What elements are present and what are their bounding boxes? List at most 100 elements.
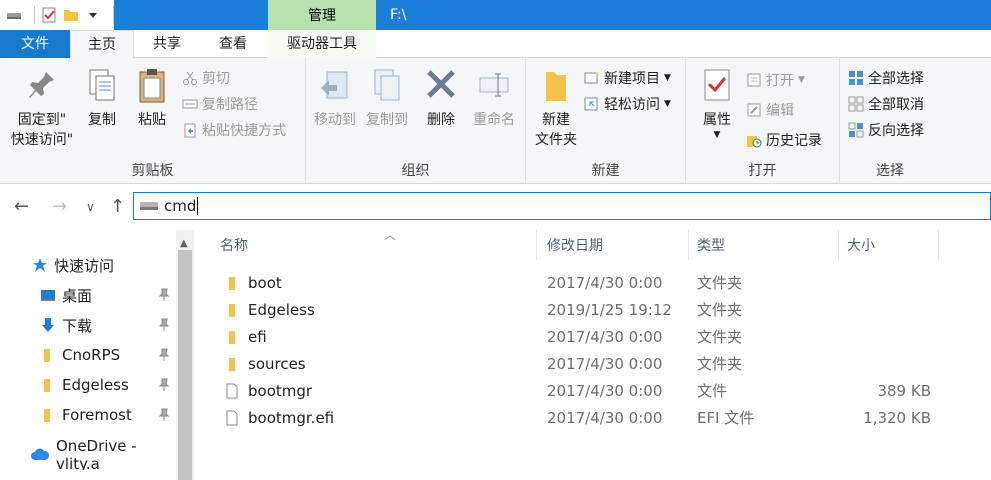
history-button[interactable]: 历史记录 bbox=[746, 128, 822, 152]
column-header-date[interactable]: 修改日期 bbox=[539, 230, 689, 260]
window-title: F:\ bbox=[390, 7, 407, 23]
tab-home[interactable]: 主页 bbox=[70, 30, 134, 59]
history-label: 历史记录 bbox=[766, 133, 822, 149]
folder-icon bbox=[44, 349, 50, 362]
scroll-up-icon[interactable]: ▲ bbox=[180, 238, 188, 249]
nav-item-desktop[interactable]: 桌面 bbox=[40, 280, 176, 310]
chevron-down-icon[interactable] bbox=[85, 7, 101, 23]
nav-item-edgeless[interactable]: Edgeless bbox=[40, 370, 176, 400]
select-none-button[interactable]: 全部取消 bbox=[848, 92, 924, 116]
column-header-type-label: 类型 bbox=[697, 238, 725, 254]
easy-access-label: 轻松访问 bbox=[604, 97, 660, 113]
address-input[interactable]: cmd bbox=[133, 192, 991, 220]
nav-item-foremost[interactable]: Foremost bbox=[40, 400, 176, 430]
invert-selection-icon bbox=[848, 122, 864, 138]
table-row[interactable]: bootmgr 2017/4/30 0:00 文件 389 KB bbox=[216, 378, 971, 405]
back-arrow-icon[interactable]: ← bbox=[14, 196, 29, 217]
file-type: 文件夹 bbox=[697, 301, 743, 319]
paste-label: 粘贴 bbox=[138, 112, 166, 128]
file-date: 2017/4/30 0:00 bbox=[547, 382, 663, 400]
pin-icon[interactable] bbox=[158, 318, 170, 332]
nav-onedrive[interactable]: OneDrive - vlity.a bbox=[30, 440, 176, 470]
file-name: efi bbox=[248, 328, 267, 346]
select-all-button[interactable]: 全部选择 bbox=[848, 66, 924, 90]
open-button[interactable]: 打开 ▼ bbox=[746, 68, 805, 92]
pin-to-quick-access-button[interactable]: 固定到" 快速访问" bbox=[6, 66, 78, 150]
copy-to-button[interactable]: 复制到 bbox=[362, 66, 412, 130]
pin-icon[interactable] bbox=[158, 408, 170, 422]
quick-access-toolbar bbox=[0, 0, 114, 30]
tab-file[interactable]: 文件 bbox=[0, 30, 70, 58]
delete-x-icon bbox=[427, 70, 455, 98]
star-icon bbox=[33, 258, 47, 272]
column-header-type[interactable]: 类型 bbox=[689, 230, 839, 260]
toolbar-divider bbox=[113, 6, 114, 24]
delete-button[interactable]: 删除 bbox=[420, 66, 462, 130]
nav-item-cnorps[interactable]: CnoRPS bbox=[40, 340, 176, 370]
recent-locations-chevron-icon[interactable]: ∨ bbox=[86, 200, 95, 214]
scrollbar-thumb[interactable] bbox=[178, 250, 192, 480]
tab-drive-tools[interactable]: 驱动器工具 bbox=[268, 30, 376, 58]
move-to-icon bbox=[321, 71, 348, 99]
nav-item-label: CnoRPS bbox=[62, 346, 121, 364]
pin-icon[interactable] bbox=[158, 348, 170, 362]
file-name: Edgeless bbox=[248, 301, 315, 319]
nav-item-label: Edgeless bbox=[62, 376, 129, 394]
forward-arrow-icon[interactable]: → bbox=[52, 196, 67, 217]
new-folder-label-2: 文件夹 bbox=[535, 132, 577, 148]
chevron-down-icon: ▼ bbox=[664, 99, 671, 109]
file-name: bootmgr.efi bbox=[248, 409, 335, 427]
group-select: 全部选择 全部取消 反向选择 选择 bbox=[840, 58, 940, 184]
move-to-button[interactable]: 移动到 bbox=[310, 66, 360, 130]
toolbar-divider bbox=[34, 6, 35, 24]
group-label-open: 打开 bbox=[748, 163, 777, 179]
folder-icon bbox=[44, 379, 50, 392]
rename-button[interactable]: 重命名 bbox=[466, 66, 522, 130]
group-label-organize: 组织 bbox=[401, 163, 430, 179]
folder-icon bbox=[546, 72, 566, 101]
properties-button[interactable]: 属性 ▼ bbox=[694, 66, 740, 140]
ribbon: 固定到" 快速访问" 复制 粘贴 剪切 复制路径 粘贴快捷方式 剪贴板 移动到 bbox=[0, 58, 991, 184]
drive-icon[interactable] bbox=[6, 7, 22, 23]
download-arrow-icon bbox=[42, 318, 54, 332]
easy-access-button[interactable]: 轻松访问 ▼ bbox=[584, 92, 671, 116]
column-header-size-label: 大小 bbox=[847, 238, 875, 254]
new-item-button[interactable]: 新建项目 ▼ bbox=[584, 66, 671, 90]
properties-checkmark-icon[interactable] bbox=[41, 7, 57, 23]
paste-shortcut-label: 粘贴快捷方式 bbox=[202, 123, 286, 139]
new-folder-button[interactable]: 新建 文件夹 bbox=[528, 66, 584, 150]
file-list: 名称 ︿ 修改日期 类型 大小 boot 2017/4/30 0:00 文件夹 … bbox=[196, 228, 991, 480]
group-open: 属性 ▼ 打开 ▼ 编辑 历史记录 打开 bbox=[686, 58, 840, 184]
column-header-size[interactable]: 大小 bbox=[839, 230, 939, 260]
table-row[interactable]: efi 2017/4/30 0:00 文件夹 bbox=[216, 324, 971, 351]
nav-item-downloads[interactable]: 下载 bbox=[40, 310, 176, 340]
column-header-name[interactable]: 名称 ︿ bbox=[212, 228, 537, 260]
file-icon bbox=[226, 410, 238, 426]
table-row[interactable]: bootmgr.efi 2017/4/30 0:00 EFI 文件 1,320 … bbox=[216, 405, 971, 432]
new-item-icon bbox=[584, 71, 599, 84]
file-size: 1,320 KB bbox=[863, 409, 931, 427]
tab-share[interactable]: 共享 bbox=[134, 30, 200, 58]
pin-icon[interactable] bbox=[158, 378, 170, 392]
context-tab-manage[interactable]: 管理 bbox=[268, 0, 376, 30]
folder-icon bbox=[229, 277, 235, 290]
edit-button[interactable]: 编辑 bbox=[746, 98, 794, 122]
tab-view[interactable]: 查看 bbox=[200, 30, 266, 58]
file-date: 2017/4/30 0:00 bbox=[547, 274, 663, 292]
file-date: 2017/4/30 0:00 bbox=[547, 328, 663, 346]
pin-icon[interactable] bbox=[158, 288, 170, 302]
up-arrow-icon[interactable]: ↑ bbox=[110, 196, 125, 217]
paste-shortcut-button[interactable]: 粘贴快捷方式 bbox=[182, 118, 286, 142]
new-folder-icon[interactable] bbox=[63, 7, 79, 23]
table-row[interactable]: Edgeless 2019/1/25 19:12 文件夹 bbox=[216, 297, 971, 324]
table-row[interactable]: boot 2017/4/30 0:00 文件夹 bbox=[216, 270, 971, 297]
table-row[interactable]: sources 2017/4/30 0:00 文件夹 bbox=[216, 351, 971, 378]
copy-path-button[interactable]: 复制路径 bbox=[182, 92, 258, 116]
easy-access-icon bbox=[584, 97, 598, 111]
invert-selection-button[interactable]: 反向选择 bbox=[848, 118, 924, 142]
copy-button[interactable]: 复制 bbox=[82, 66, 122, 130]
file-type: 文件夹 bbox=[697, 274, 743, 292]
cut-button[interactable]: 剪切 bbox=[182, 66, 230, 90]
paste-button[interactable]: 粘贴 bbox=[130, 66, 174, 130]
navigation-scrollbar[interactable]: ▲ bbox=[176, 230, 194, 480]
